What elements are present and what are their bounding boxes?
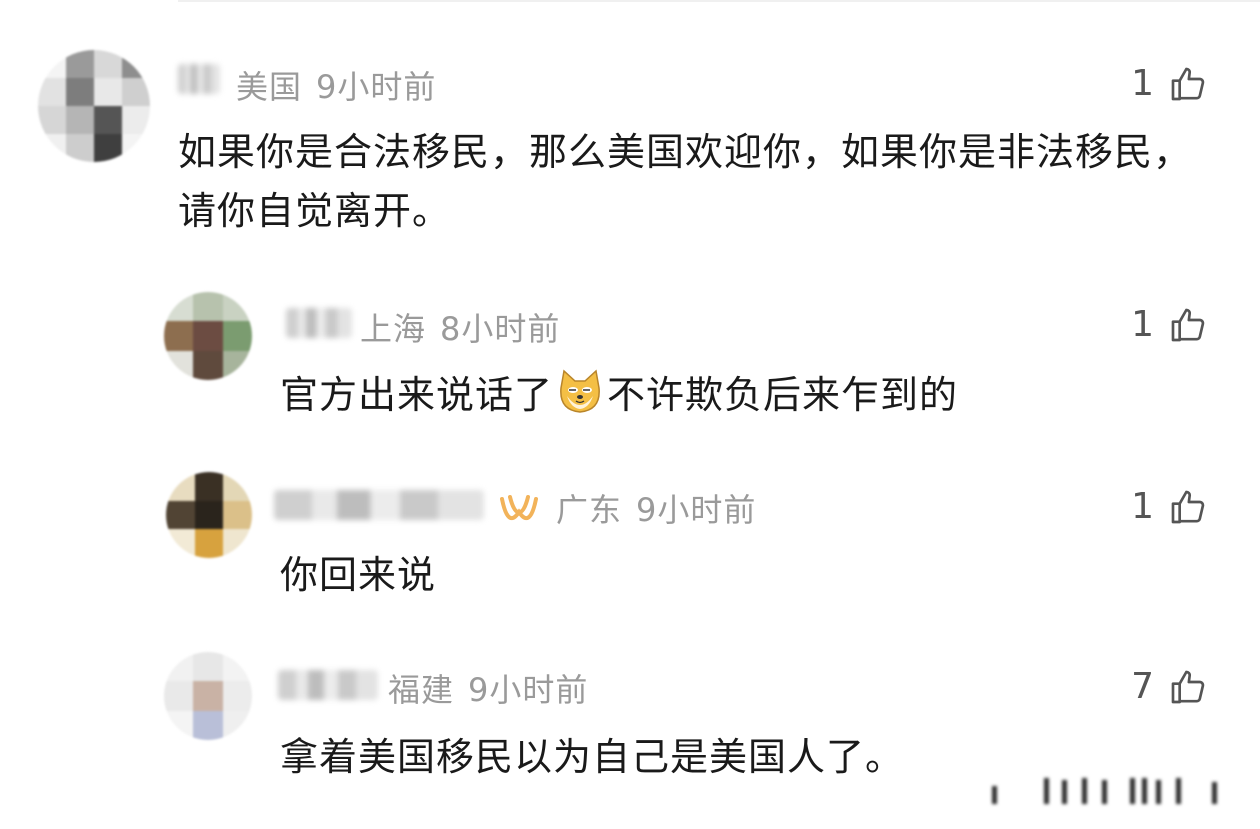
like-button[interactable]: 7 bbox=[1131, 666, 1208, 707]
thumbs-up-icon bbox=[1171, 670, 1205, 703]
obscured-watermark bbox=[980, 770, 1250, 810]
comment-region: 福建 bbox=[388, 671, 455, 709]
comment-text: 拿着美国移民以为自己是美国人了。 bbox=[280, 735, 905, 779]
comment-time: 9小时前 bbox=[468, 671, 589, 709]
avatar[interactable] bbox=[164, 652, 252, 740]
comment-item: 福建 9小时前 7 拿着美国移民以为自己是美国人了。 bbox=[0, 0, 1260, 829]
like-count: 7 bbox=[1131, 666, 1154, 707]
username[interactable] bbox=[278, 670, 378, 700]
comment-meta: 福建 9小时前 bbox=[388, 665, 588, 711]
